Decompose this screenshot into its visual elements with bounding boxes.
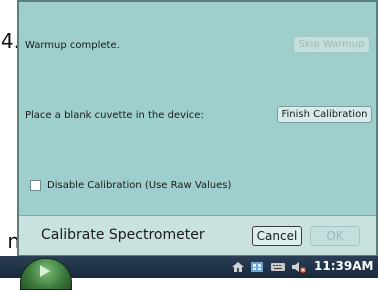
skip-warmup-button[interactable]: Skip Warmup xyxy=(293,36,370,53)
dialog-title: Calibrate Spectrometer xyxy=(41,227,205,243)
finish-calibration-button[interactable]: Finish Calibration xyxy=(277,106,372,123)
grid-icon[interactable] xyxy=(250,260,264,274)
speaker-muted-icon[interactable] xyxy=(291,260,307,274)
dialog-footer: Calibrate Spectrometer Cancel OK xyxy=(19,215,376,255)
play-icon xyxy=(40,265,50,277)
keyboard-icon[interactable] xyxy=(270,260,286,274)
home-icon[interactable] xyxy=(231,260,245,274)
cancel-button[interactable]: Cancel xyxy=(252,226,302,246)
calibrate-spectrometer-dialog: Warmup complete. Skip Warmup Place a bla… xyxy=(17,0,378,256)
disable-calibration-label: Disable Calibration (Use Raw Values) xyxy=(47,180,232,191)
ok-button[interactable]: OK xyxy=(310,226,360,246)
disable-calibration-checkbox[interactable] xyxy=(30,180,41,191)
taskbar-clock: 11:39AM xyxy=(314,259,374,273)
warmup-status-text: Warmup complete. xyxy=(25,40,120,51)
instruction-text: Place a blank cuvette in the device: xyxy=(25,110,204,121)
